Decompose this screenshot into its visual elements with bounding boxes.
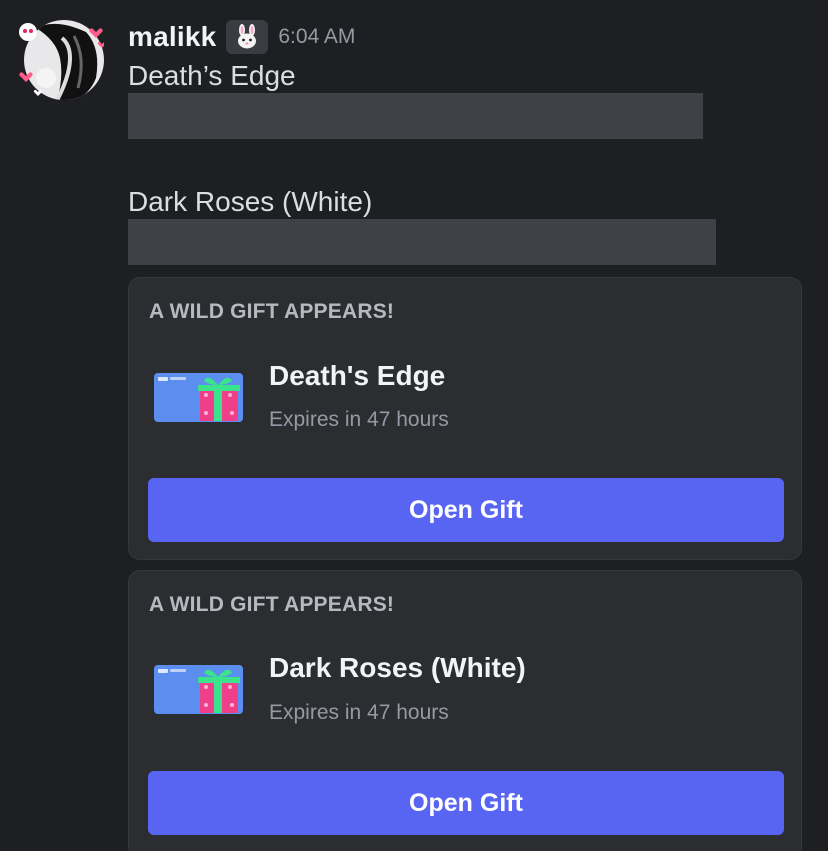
- message-line-2: Dark Roses (White): [128, 186, 373, 217]
- gift-expiry: Expires in 47 hours: [269, 701, 449, 724]
- message-line-1: Death’s Edge: [128, 60, 296, 91]
- chat-message: malikk 6:04 AM Death’s Edge Dark Roses (…: [0, 0, 828, 851]
- gift-title: Death's Edge: [269, 360, 446, 391]
- redacted-link-2: [128, 219, 716, 265]
- gift-embed: A WILD GIFT APPEARS! Death's Edge Expire…: [128, 277, 802, 560]
- message-timestamp: 6:04 AM: [278, 25, 356, 48]
- gift-heading: A WILD GIFT APPEARS!: [149, 593, 395, 616]
- message-header: malikk 6:04 AM: [128, 18, 355, 56]
- gift-expiry: Expires in 47 hours: [269, 408, 449, 431]
- gift-title: Dark Roses (White): [269, 652, 526, 683]
- open-gift-button[interactable]: Open Gift: [148, 478, 784, 542]
- gift-card-icon: [154, 373, 243, 422]
- username[interactable]: malikk: [128, 21, 216, 53]
- open-gift-button[interactable]: Open Gift: [148, 771, 784, 835]
- gift-card-icon: [154, 665, 243, 714]
- gift-embed: A WILD GIFT APPEARS! Dark Roses (White) …: [128, 570, 802, 851]
- bunny-icon[interactable]: [226, 20, 269, 54]
- user-avatar[interactable]: [16, 18, 104, 102]
- gift-heading: A WILD GIFT APPEARS!: [149, 300, 395, 323]
- redacted-link-1: [128, 93, 703, 139]
